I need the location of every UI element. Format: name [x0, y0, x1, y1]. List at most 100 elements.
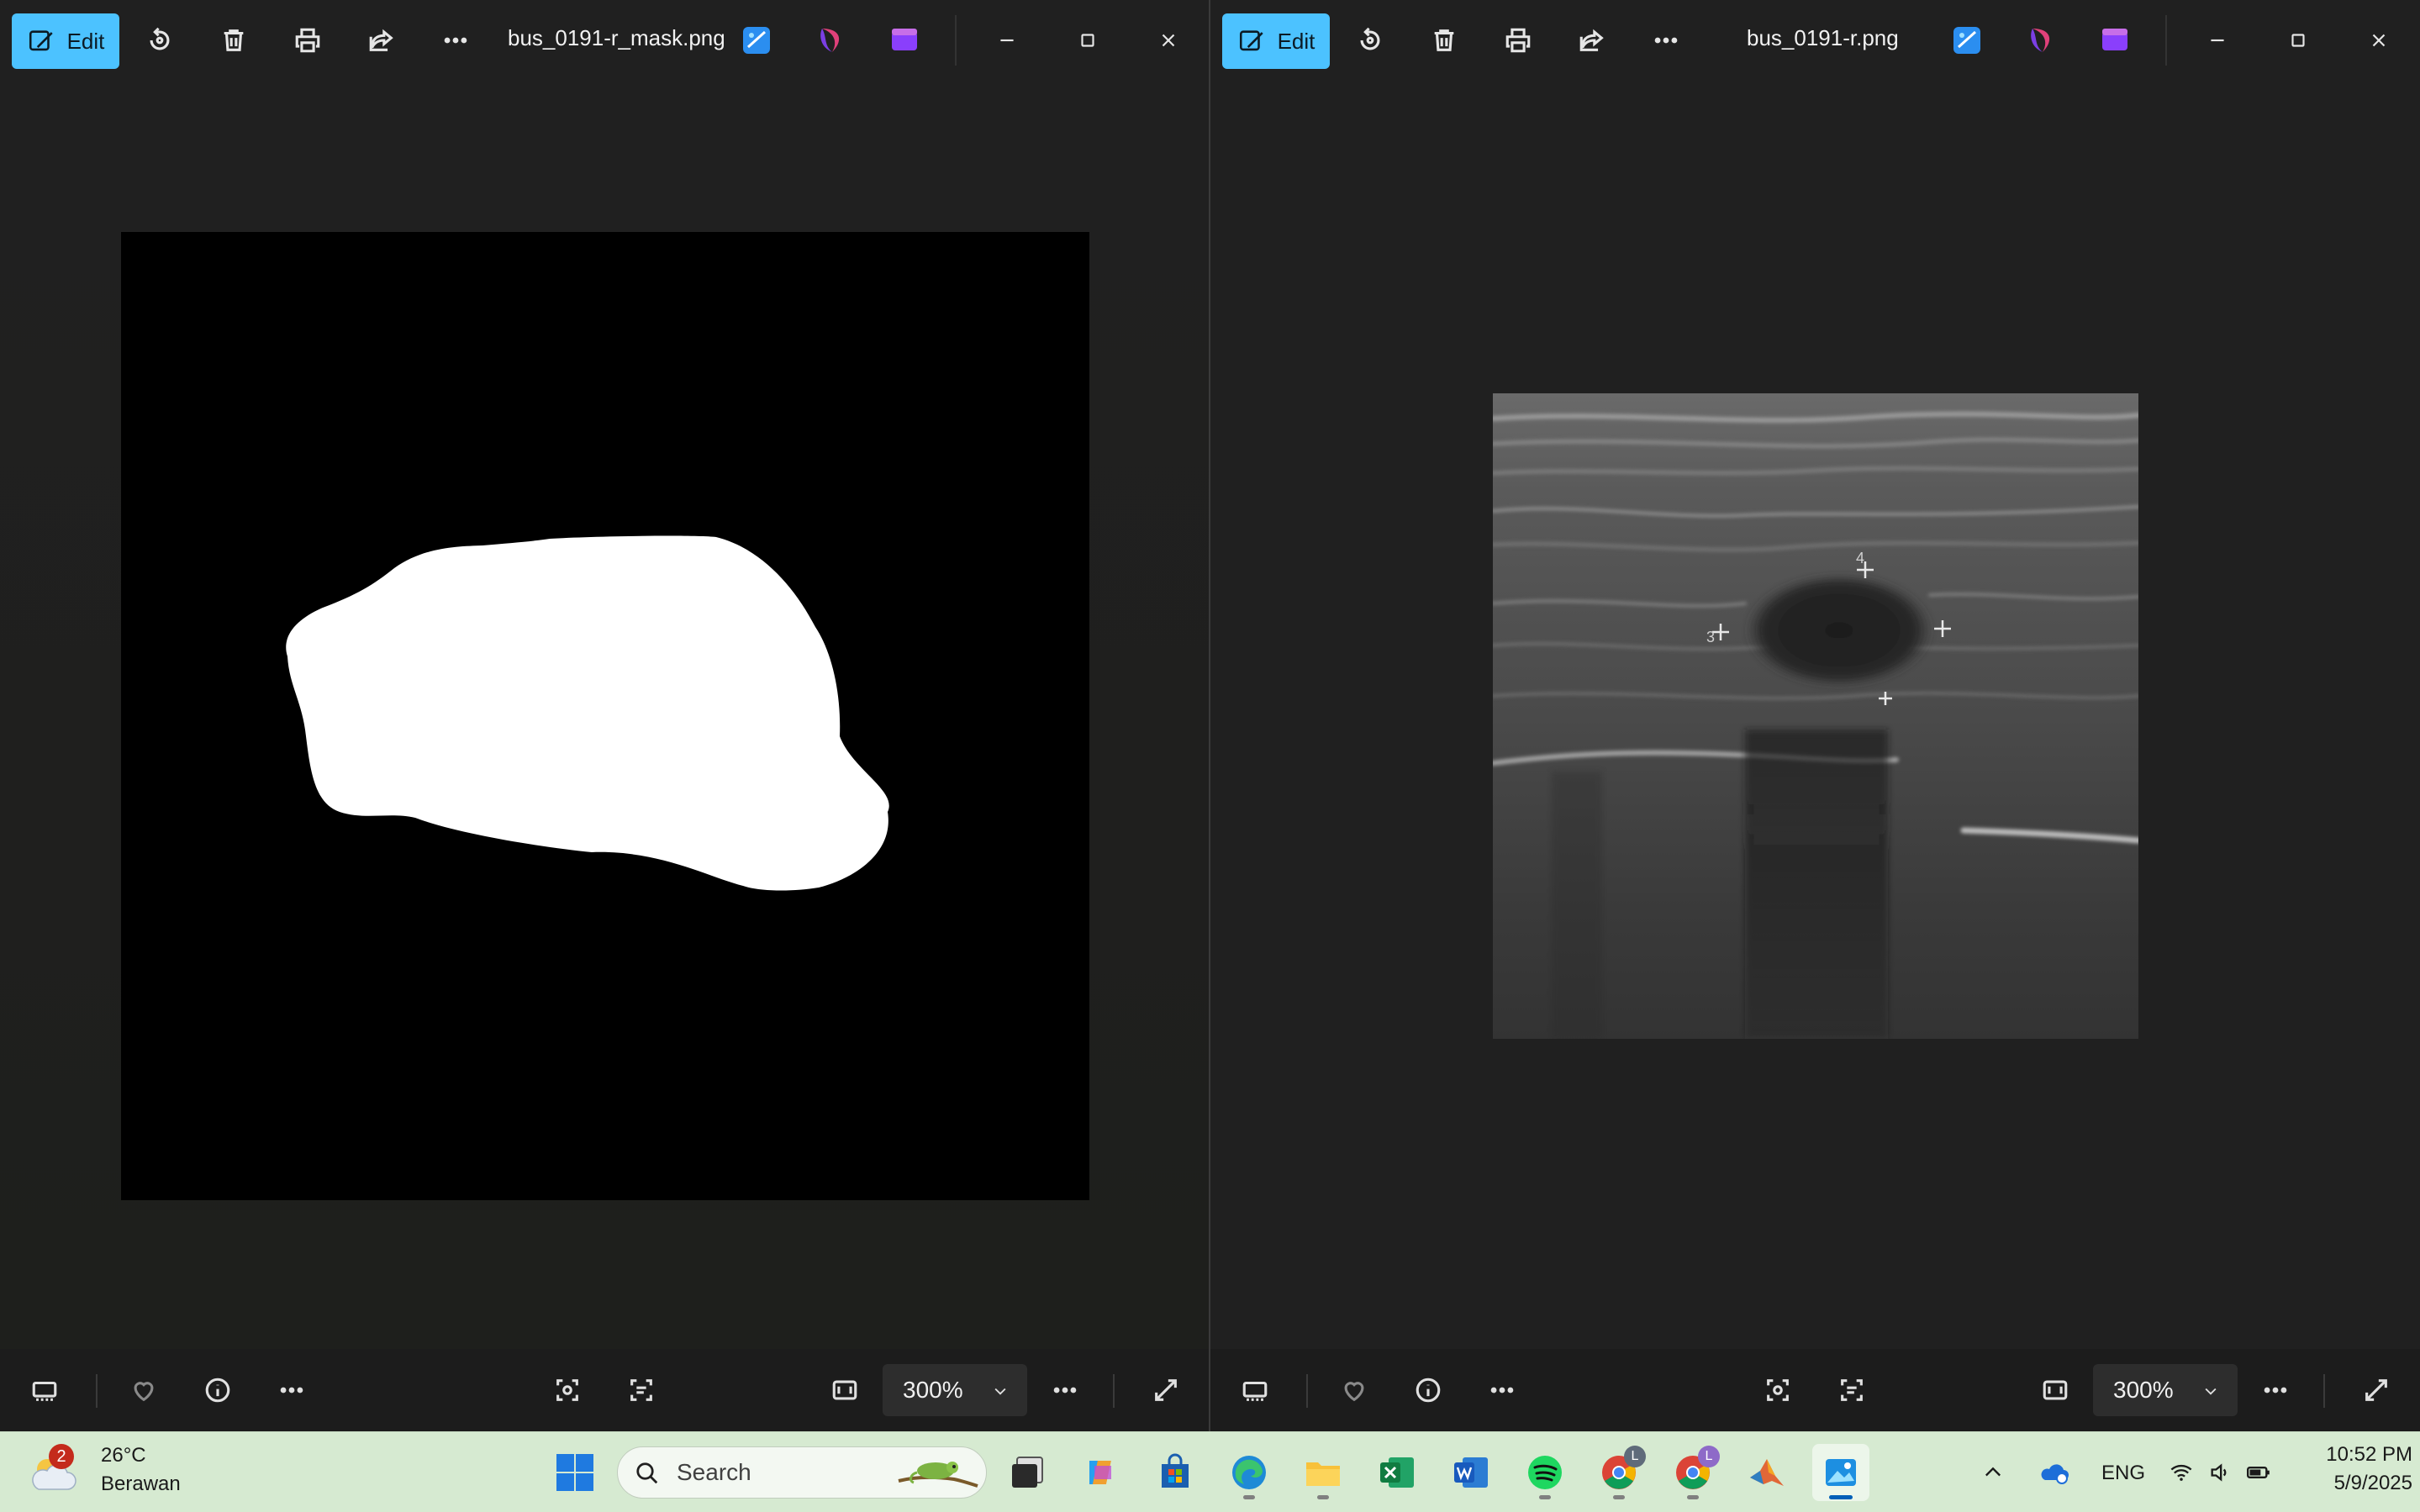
- scan-text-icon: [1841, 1379, 1863, 1401]
- heart-icon: [134, 1382, 154, 1402]
- fit-window-icon: [2043, 1380, 2068, 1400]
- file-explorer-button[interactable]: [1294, 1444, 1352, 1501]
- full-screen-button[interactable]: [2355, 1369, 2397, 1411]
- visual-search-icon: [1767, 1379, 1789, 1401]
- print-button[interactable]: [1498, 20, 1538, 61]
- minimize-button[interactable]: [987, 20, 1027, 61]
- battery-icon: [2247, 1467, 2270, 1478]
- photos-editor-icon[interactable]: [1950, 24, 1984, 57]
- more-view-options-button[interactable]: [2254, 1369, 2296, 1411]
- favorite-button[interactable]: [123, 1369, 165, 1411]
- minimize-icon: [2211, 39, 2224, 42]
- spotify-icon: [1528, 1456, 1562, 1489]
- photos-window-mask: Edit bus_0191-r_mask.png 300%: [0, 0, 1210, 1431]
- edit-button[interactable]: Edit: [12, 13, 119, 69]
- fit-to-window-button[interactable]: [2034, 1369, 2076, 1411]
- microsoft-store-button[interactable]: [1147, 1444, 1204, 1501]
- caliper-label-4: 4: [1856, 550, 1864, 566]
- mask-image: [121, 232, 1089, 1200]
- edit-label: Edit: [66, 28, 105, 54]
- designer-icon[interactable]: [815, 24, 849, 57]
- rotate-button[interactable]: [1350, 20, 1390, 61]
- chrome-profile-2-button[interactable]: L: [1664, 1444, 1721, 1501]
- photos-window-ultrasound: Edit bus_0191-r.png 4 3 300%: [1210, 0, 2420, 1431]
- windows-logo-icon: [556, 1454, 593, 1491]
- volume-button[interactable]: [2201, 1444, 2239, 1501]
- onedrive-button[interactable]: [2034, 1444, 2076, 1501]
- word-button[interactable]: [1442, 1444, 1500, 1501]
- more-options-button[interactable]: [271, 1369, 313, 1411]
- more-options-button[interactable]: [1481, 1369, 1523, 1411]
- info-button[interactable]: [197, 1369, 239, 1411]
- wifi-button[interactable]: [2162, 1444, 2201, 1501]
- visual-search-button[interactable]: [546, 1369, 588, 1411]
- edit-label: Edit: [1277, 28, 1315, 54]
- chevron-down-icon: [2205, 1388, 2217, 1395]
- scan-text-button[interactable]: [620, 1369, 662, 1411]
- running-indicator: [1243, 1495, 1255, 1499]
- more-button[interactable]: [435, 20, 476, 61]
- weather-widget[interactable]: 2 26°C Berawan: [17, 1432, 185, 1512]
- image-canvas[interactable]: 4 3: [1210, 81, 2420, 1349]
- running-indicator: [1539, 1495, 1551, 1499]
- close-button[interactable]: [2359, 20, 2399, 61]
- info-icon: [205, 1378, 230, 1403]
- edge-button[interactable]: [1221, 1444, 1278, 1501]
- share-button[interactable]: [361, 20, 402, 61]
- image-canvas[interactable]: [0, 81, 1209, 1349]
- clipchamp-icon[interactable]: [2098, 24, 2132, 57]
- clipchamp-icon[interactable]: [888, 24, 921, 57]
- maximize-button[interactable]: [2278, 20, 2318, 61]
- favorite-button[interactable]: [1333, 1369, 1375, 1411]
- maximize-icon: [1081, 34, 1094, 47]
- more-horizontal-icon: [444, 37, 467, 44]
- minimize-button[interactable]: [2197, 20, 2238, 61]
- language-indicator[interactable]: ENG: [2101, 1462, 2145, 1485]
- clock-time: 10:52 PM: [2326, 1443, 2412, 1466]
- more-button[interactable]: [1646, 20, 1686, 61]
- delete-button[interactable]: [1424, 20, 1464, 61]
- delete-button[interactable]: [214, 20, 254, 61]
- excel-button[interactable]: [1368, 1444, 1426, 1501]
- full-screen-button[interactable]: [1145, 1369, 1187, 1411]
- clock[interactable]: 10:52 PM 5/9/2025: [2286, 1441, 2412, 1504]
- battery-button[interactable]: [2239, 1444, 2278, 1501]
- fit-to-window-button[interactable]: [824, 1369, 866, 1411]
- start-button[interactable]: [546, 1444, 604, 1501]
- active-indicator: [1829, 1495, 1853, 1499]
- printer-icon: [295, 28, 320, 53]
- close-button[interactable]: [1148, 20, 1189, 61]
- taskbar-search[interactable]: Search: [617, 1446, 987, 1499]
- chrome-profile-1-button[interactable]: L: [1590, 1444, 1648, 1501]
- running-indicator: [1317, 1495, 1329, 1499]
- chevron-down-icon: [994, 1388, 1006, 1395]
- print-button[interactable]: [287, 20, 328, 61]
- rotate-button[interactable]: [140, 20, 180, 61]
- edit-image-icon: [1239, 30, 1263, 51]
- more-horizontal-icon: [280, 1387, 303, 1393]
- matlab-icon: [1750, 1459, 1784, 1486]
- edit-button[interactable]: Edit: [1222, 13, 1330, 69]
- task-view-button[interactable]: [999, 1444, 1056, 1501]
- toolbar: Edit bus_0191-r_mask.png: [0, 0, 1209, 81]
- share-button[interactable]: [1572, 20, 1612, 61]
- printer-icon: [1505, 28, 1531, 53]
- photos-editor-icon[interactable]: [740, 24, 773, 57]
- filmstrip-button[interactable]: [1234, 1369, 1276, 1411]
- zoom-dropdown[interactable]: 300%: [2093, 1364, 2238, 1416]
- filmstrip-button[interactable]: [24, 1369, 66, 1411]
- matlab-button[interactable]: [1738, 1444, 1795, 1501]
- more-view-options-button[interactable]: [1044, 1369, 1086, 1411]
- designer-icon[interactable]: [2026, 24, 2059, 57]
- maximize-button[interactable]: [1068, 20, 1108, 61]
- spotify-button[interactable]: [1516, 1444, 1574, 1501]
- edge-icon: [1232, 1456, 1266, 1489]
- visual-search-button[interactable]: [1757, 1369, 1799, 1411]
- show-hidden-icons-button[interactable]: [1972, 1444, 2014, 1501]
- info-button[interactable]: [1407, 1369, 1449, 1411]
- excel-icon: [1380, 1457, 1414, 1488]
- scan-text-button[interactable]: [1831, 1369, 1873, 1411]
- copilot-button[interactable]: [1073, 1444, 1130, 1501]
- zoom-dropdown[interactable]: 300%: [883, 1364, 1027, 1416]
- photos-button[interactable]: [1812, 1444, 1869, 1501]
